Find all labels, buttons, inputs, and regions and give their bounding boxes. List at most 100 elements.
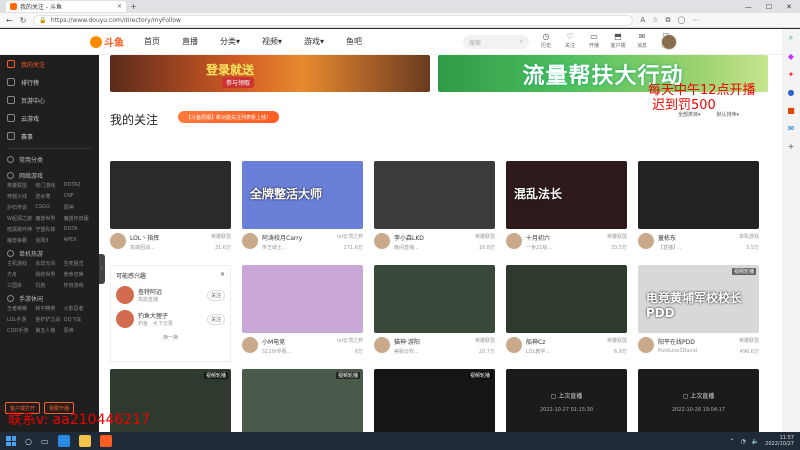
stream-thumbnail[interactable]: 视频轮播 [374,369,495,432]
stream-thumbnail[interactable]: 视频轮播 电竞黄埔军校校长 PDD [638,265,759,333]
network-icon[interactable]: ◔ [740,438,745,445]
category-link[interactable]: 王者荣耀 [7,305,35,312]
header-icon-4[interactable]: ✉ 消息 [634,32,650,49]
sidebar-item-3[interactable]: 云游戏 [0,109,99,127]
category-link[interactable]: CSGO [35,204,63,211]
stream-title[interactable]: 阿涛校月Carry [262,233,302,242]
stream-title[interactable]: 小M电竞 [262,337,285,346]
streamer-avatar[interactable] [638,233,654,249]
stream-thumbnail[interactable] [110,161,231,229]
user-avatar[interactable] [661,34,677,50]
nav-item[interactable]: 分类▾ [220,36,240,47]
stream-card[interactable]: 小M电竞 lol云顶之弈 S12世界赛... 6万 [242,265,363,362]
tray-chevron-icon[interactable]: ⌃ [729,438,734,445]
search-box[interactable]: 搜索 ⌕ [463,35,529,49]
stream-thumbnail[interactable] [374,161,495,229]
sidebar-collapse-handle[interactable]: ‹ [99,254,105,284]
category-link[interactable]: 逆水寒 [35,193,63,200]
streamer-avatar[interactable] [374,233,390,249]
profile-icon[interactable]: ◯ [677,16,685,25]
shopping-icon[interactable]: ◆ [788,52,794,61]
streamer-avatar[interactable] [110,233,126,249]
stream-category[interactable]: 英雄联盟 [475,233,495,242]
sort-filter[interactable]: 默认排序▾ [717,111,740,118]
streamer-avatar[interactable] [506,337,522,353]
category-link[interactable]: 魔兽争霸 [7,237,35,244]
category-link[interactable]: 主机游戏 [7,260,35,267]
category-link[interactable]: 原神 [64,204,92,211]
windows-start-icon[interactable] [6,436,16,446]
category-link[interactable]: 我的世界 [35,271,63,278]
category-link[interactable]: 三国杀 [7,282,35,289]
category-link[interactable]: 永劫无间 [35,260,63,267]
stream-category[interactable]: 英雄联盟 [739,337,759,346]
sidebar-section-common[interactable]: 常用分类 [0,152,99,166]
douyu-app-icon[interactable] [99,435,112,447]
maximize-button[interactable]: ☐ [766,3,772,11]
stream-category[interactable]: lol云顶之弈 [337,233,363,242]
games-icon[interactable]: ● [788,88,795,97]
follow-button[interactable]: 关注 [206,313,225,325]
stream-title[interactable]: 十月初六 [526,233,550,242]
close-icon[interactable]: × [220,271,225,280]
stream-card[interactable]: LOL丶指挥 英雄联盟 高端团战... 31.6万 [110,161,231,258]
back-icon[interactable]: ← [6,16,13,25]
suggested-user-name[interactable]: 钓鱼大狸子 [138,311,173,320]
header-icon-3[interactable]: ⬒ 客户端 [610,32,626,49]
header-icon-1[interactable]: ♡ 关注 [562,32,578,49]
stream-thumbnail[interactable]: 混乱法长 [506,161,627,229]
category-link[interactable]: 暗黑破坏神 [7,226,35,233]
nav-item[interactable]: 直播 [182,36,198,47]
search-sidebar-icon[interactable]: ⌕ [789,33,793,43]
stream-category[interactable]: lol云顶之弈 [337,337,363,346]
nav-item[interactable]: 视频▾ [262,36,282,47]
stream-card[interactable]: 李小森LKD 英雄联盟 晚间直播... 16.8万 [374,161,495,258]
stream-thumbnail[interactable] [374,265,495,333]
stream-category[interactable]: 单机游戏 [739,233,759,242]
category-link[interactable]: COD手游 [7,327,35,334]
category-link[interactable]: 方舟 [7,271,35,278]
sidebar-section-other[interactable]: 手游休闲 [0,291,99,305]
stream-thumbnail[interactable]: ▢ 上次直播 2022-10-26 19:04:17 [638,369,759,432]
avatar[interactable] [116,286,134,304]
stream-thumbnail[interactable] [638,161,759,229]
category-link[interactable]: DOTA2 [64,182,92,189]
avatar[interactable] [116,310,134,328]
stream-category[interactable]: 英雄联盟 [211,233,231,242]
clock[interactable]: 11:57 2022/10/27 [765,435,794,447]
follow-button[interactable]: 关注 [206,289,225,301]
category-link[interactable]: 怀旧游戏 [64,282,92,289]
promo-tag[interactable]: 【斗鱼周报】新功能关注列表新上线！ [178,111,280,123]
more-menu-icon[interactable]: ⋯ [692,16,699,25]
category-link[interactable]: APEX [64,237,92,244]
stream-card[interactable]: ▢ 上次直播2022-10-26 19:04:17小老爷丶艾克英雄联盟小老爷..… [638,369,759,432]
stream-thumbnail[interactable]: 全牌整活大师 [242,161,363,229]
sidebar-section-mobile[interactable]: 单机热游 [0,246,99,260]
nav-item[interactable]: 鱼吧 [346,36,362,47]
stream-card[interactable]: ▢ 上次直播2022-10-27 01:15:30豹豆米QAQ英雄联盟【斗鱼丑王… [506,369,627,432]
header-icon-2[interactable]: ▭ 开播 [586,32,602,49]
sidebar-item-1[interactable]: 排行榜 [0,73,99,91]
category-link[interactable]: 生死狙击 [64,260,92,267]
streamer-avatar[interactable] [374,337,390,353]
category-link[interactable]: 魔兽怀旧服 [64,215,92,222]
category-link[interactable]: 原神 [64,327,92,334]
stream-thumbnail[interactable]: 视频轮播 [242,369,363,432]
stream-card[interactable]: 猫神·游阳 英雄联盟 美服云吹... 20.7万 [374,265,495,362]
header-icon-0[interactable]: ◷ 历史 [538,32,554,49]
streamer-avatar[interactable] [638,337,654,353]
category-link[interactable]: QQ飞车 [64,316,92,323]
streamer-avatar[interactable] [506,233,522,249]
stream-thumbnail[interactable]: ▢ 上次直播 2022-10-27 01:15:30 [506,369,627,432]
category-link[interactable]: 金铲铲之战 [35,316,63,323]
category-link[interactable]: 剑网3 [35,237,63,244]
add-sidebar-icon[interactable]: + [788,142,795,151]
read-aloud-icon[interactable]: A [640,16,645,25]
category-link[interactable]: 穿越火线 [7,193,35,200]
browser-tab[interactable]: 我的关注 - 斗鱼 ✕ [6,1,126,12]
category-link[interactable]: CNF [64,193,92,200]
close-window-button[interactable]: ✕ [786,3,792,11]
tools-icon[interactable]: ✦ [788,70,795,79]
category-link[interactable]: 英雄联盟 [7,182,35,189]
collections-icon[interactable]: ⧉ [665,16,670,25]
